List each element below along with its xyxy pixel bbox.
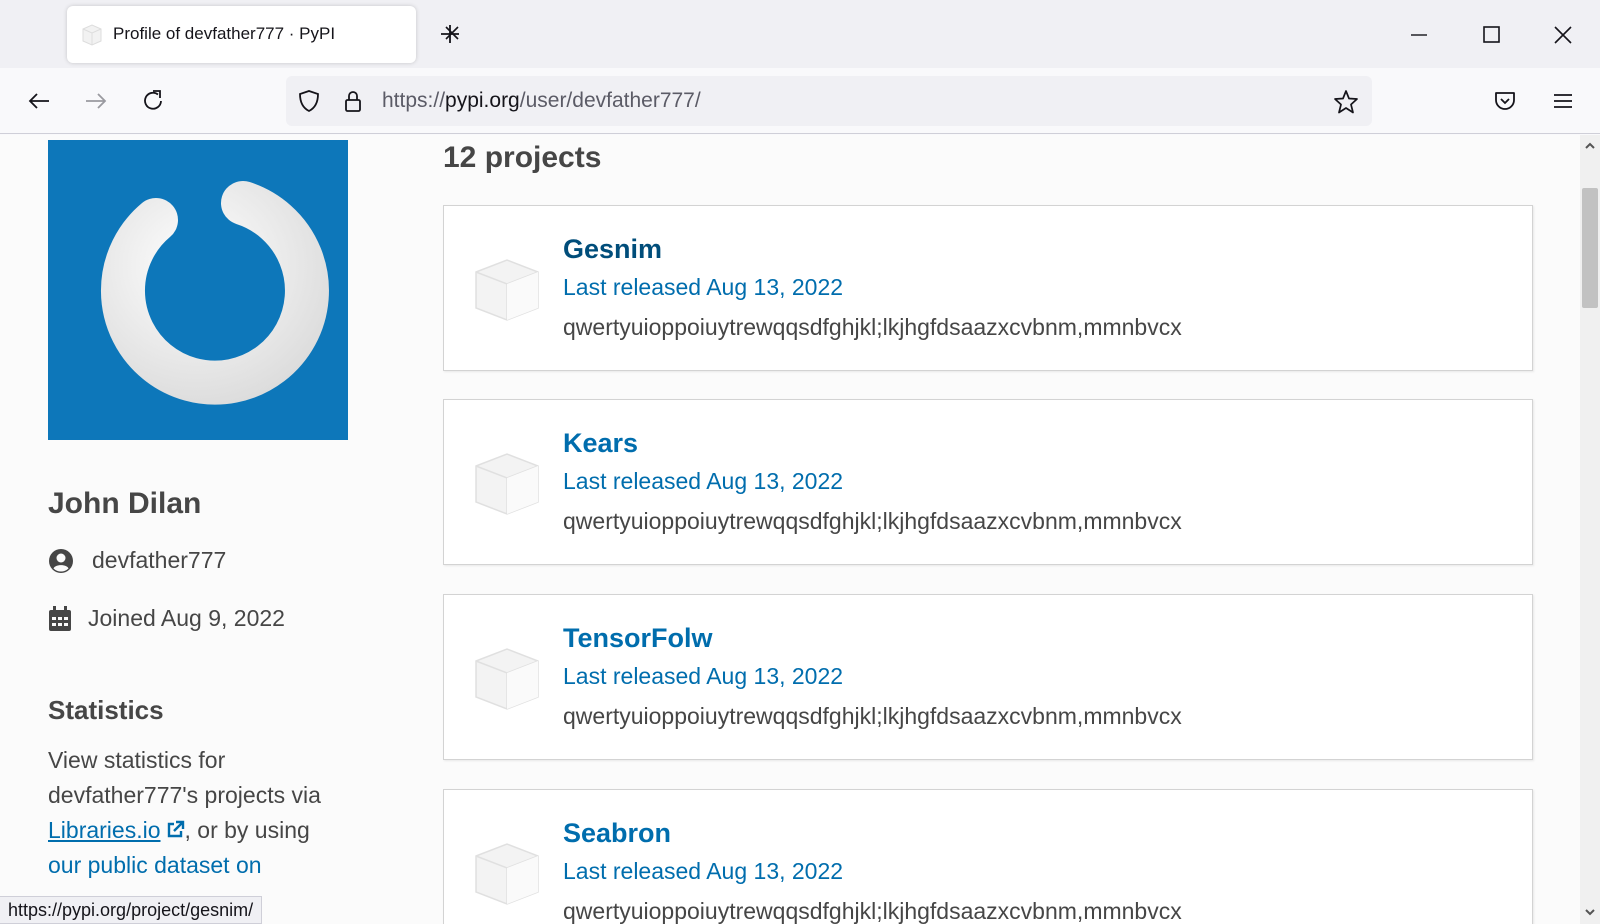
user-circle-icon <box>48 548 74 574</box>
reload-icon[interactable] <box>138 86 168 116</box>
project-release-date: Last released Aug 13, 2022 <box>563 858 843 885</box>
tracking-shield-icon[interactable] <box>296 88 322 114</box>
statistics-heading: Statistics <box>48 695 164 726</box>
libraries-io-link[interactable]: Libraries.io <box>48 817 185 843</box>
project-name[interactable]: Kears <box>563 428 638 459</box>
close-window-icon[interactable] <box>1548 20 1578 50</box>
tab-active[interactable]: Profile of devfather777 · PyPI <box>67 6 416 63</box>
package-cube-icon <box>474 258 540 322</box>
project-card[interactable]: Gesnim Last released Aug 13, 2022 qwerty… <box>443 205 1533 371</box>
package-cube-icon <box>474 842 540 906</box>
lock-icon[interactable] <box>340 88 366 114</box>
external-link-icon <box>165 815 185 835</box>
project-name[interactable]: TensorFolw <box>563 623 713 654</box>
project-release-date: Last released Aug 13, 2022 <box>563 274 843 301</box>
project-description: qwertyuioppoiuytrewqqsdfghjkl;lkjhgfdsaa… <box>563 508 1182 535</box>
power-logo-icon <box>48 140 348 440</box>
project-name[interactable]: Seabron <box>563 818 671 849</box>
scrollbar-thumb[interactable] <box>1582 188 1598 308</box>
project-card[interactable]: TensorFolw Last released Aug 13, 2022 qw… <box>443 594 1533 760</box>
new-tab-icon[interactable] <box>438 22 462 46</box>
page-content: John Dilan devfather777 Joined Aug 9, 20… <box>0 135 1580 924</box>
page-scrollbar[interactable] <box>1580 135 1600 924</box>
project-card[interactable]: Seabron Last released Aug 13, 2022 qwert… <box>443 789 1533 924</box>
calendar-icon <box>48 606 74 632</box>
username-row: devfather777 <box>48 547 226 574</box>
link-status-bar: https://pypi.org/project/gesnim/ <box>0 896 262 924</box>
project-name[interactable]: Gesnim <box>563 234 662 265</box>
project-release-date: Last released Aug 13, 2022 <box>563 663 843 690</box>
package-favicon-icon <box>79 22 105 48</box>
projects-count-heading: 12 projects <box>443 141 601 175</box>
project-description: qwertyuioppoiuytrewqqsdfghjkl;lkjhgfdsaa… <box>563 898 1182 924</box>
hamburger-menu-icon[interactable] <box>1548 86 1578 116</box>
nav-toolbar: https://pypi.org/user/devfather777/ <box>0 68 1600 134</box>
back-arrow-icon[interactable] <box>24 86 54 116</box>
avatar <box>48 140 348 440</box>
scroll-up-arrow-icon[interactable] <box>1583 139 1597 153</box>
maximize-icon[interactable] <box>1476 20 1506 50</box>
minimize-icon[interactable] <box>1404 20 1434 50</box>
username: devfather777 <box>92 547 226 574</box>
tab-strip: Profile of devfather777 · PyPI <box>0 0 1600 68</box>
scroll-down-arrow-icon[interactable] <box>1583 905 1597 919</box>
project-release-date: Last released Aug 13, 2022 <box>563 468 843 495</box>
package-cube-icon <box>474 452 540 516</box>
tab-title: Profile of devfather777 · PyPI <box>113 24 335 44</box>
bookmark-star-icon[interactable] <box>1332 88 1360 116</box>
browser-window: Profile of devfather777 · PyPI <box>0 0 1600 924</box>
address-bar[interactable]: https://pypi.org/user/devfather777/ <box>286 76 1372 126</box>
forward-arrow-icon[interactable] <box>81 86 111 116</box>
user-full-name: John Dilan <box>48 487 201 521</box>
public-dataset-link[interactable]: our public dataset on <box>48 852 262 878</box>
project-description: qwertyuioppoiuytrewqqsdfghjkl;lkjhgfdsaa… <box>563 703 1182 730</box>
statistics-text: View statistics for devfather777's proje… <box>48 743 348 883</box>
project-card[interactable]: Kears Last released Aug 13, 2022 qwertyu… <box>443 399 1533 565</box>
url-text[interactable]: https://pypi.org/user/devfather777/ <box>382 89 701 113</box>
pocket-icon[interactable] <box>1490 86 1520 116</box>
package-cube-icon <box>474 647 540 711</box>
project-description: qwertyuioppoiuytrewqqsdfghjkl;lkjhgfdsaa… <box>563 314 1182 341</box>
joined-date: Joined Aug 9, 2022 <box>88 605 285 632</box>
joined-row: Joined Aug 9, 2022 <box>48 605 285 632</box>
